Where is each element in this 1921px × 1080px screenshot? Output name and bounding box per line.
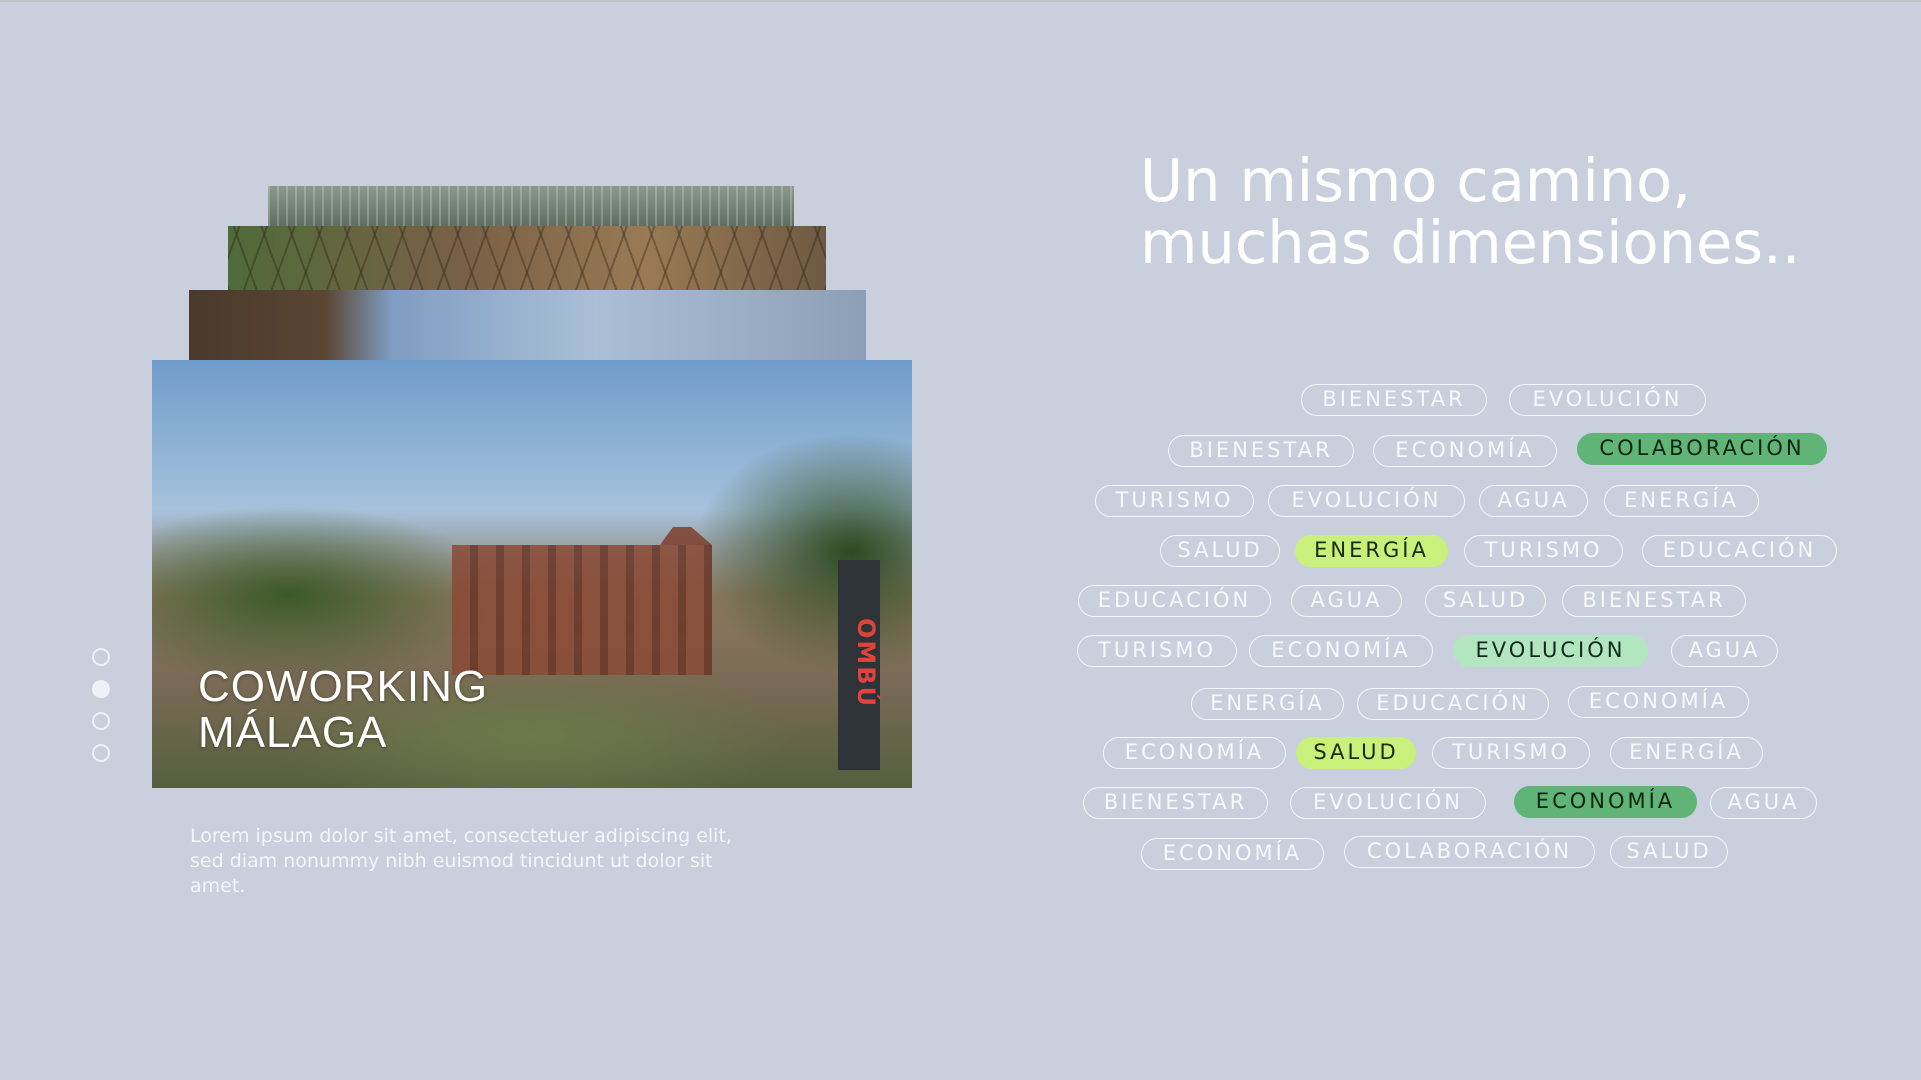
tag-pill[interactable]: ECONOMÍA	[1568, 686, 1749, 718]
tag-pill[interactable]: BIENESTAR	[1562, 585, 1746, 617]
pagination-dot-3[interactable]	[92, 712, 110, 730]
tag-pill[interactable]: BIENESTAR	[1301, 384, 1487, 416]
tag-pill[interactable]: ECONOMÍA	[1103, 737, 1286, 769]
tag-pill[interactable]: BIENESTAR	[1083, 787, 1268, 819]
pagination-dot-4[interactable]	[92, 744, 110, 762]
tag-pill[interactable]: ENERGÍA	[1610, 737, 1763, 769]
tag-pill[interactable]: EDUCACIÓN	[1642, 535, 1837, 567]
pagination-dot-1[interactable]	[92, 648, 110, 666]
signpost: OMBÚ	[838, 560, 880, 770]
building-illustration	[452, 545, 712, 675]
pagination-dots	[92, 648, 110, 776]
stacked-image-card-3[interactable]	[228, 226, 826, 290]
top-divider	[0, 0, 1921, 2]
card-title: COWORKING MÁLAGA	[198, 664, 488, 756]
tag-pill[interactable]: AGUA	[1671, 635, 1778, 667]
pagination-dot-2[interactable]	[92, 680, 110, 698]
tag-pill[interactable]: ECONOMÍA	[1141, 838, 1324, 870]
tag-pill[interactable]: TURISMO	[1432, 737, 1590, 769]
tag-pill[interactable]: TURISMO	[1464, 535, 1623, 567]
tag-pill[interactable]: ENERGÍA	[1604, 485, 1759, 517]
tag-pill[interactable]: EVOLUCIÓN	[1268, 485, 1465, 517]
tag-pill[interactable]: EDUCACIÓN	[1078, 585, 1271, 617]
tag-pill[interactable]: ENERGÍA	[1295, 535, 1448, 567]
tag-pill[interactable]: SALUD	[1425, 585, 1546, 617]
page-heading: Un mismo camino, muchas dimensiones..	[1140, 150, 1801, 274]
tag-pill[interactable]: TURISMO	[1095, 485, 1254, 517]
card-title-line-2: MÁLAGA	[198, 708, 388, 757]
tag-pill[interactable]: EVOLUCIÓN	[1453, 635, 1648, 667]
tag-pill[interactable]: ECONOMÍA	[1249, 635, 1433, 667]
tag-pill[interactable]: ECONOMÍA	[1373, 435, 1557, 467]
card-title-line-1: COWORKING	[198, 662, 489, 711]
tag-pill[interactable]: ENERGÍA	[1191, 688, 1344, 720]
signpost-text: OMBÚ	[852, 617, 880, 709]
tag-pill[interactable]: TURISMO	[1077, 635, 1237, 667]
tag-pill[interactable]: SALUD	[1160, 535, 1280, 567]
tag-pill[interactable]: SALUD	[1296, 737, 1416, 769]
heading-line-2: muchas dimensiones..	[1140, 208, 1801, 277]
tag-pill[interactable]: SALUD	[1610, 836, 1728, 868]
stacked-image-card-4[interactable]	[268, 186, 794, 226]
card-description: Lorem ipsum dolor sit amet, consectetuer…	[190, 825, 732, 897]
tag-pill[interactable]: AGUA	[1479, 485, 1588, 517]
tag-pill[interactable]: COLABORACIÓN	[1344, 836, 1595, 868]
tag-pill[interactable]: EVOLUCIÓN	[1290, 787, 1486, 819]
tag-pill[interactable]: AGUA	[1710, 787, 1817, 819]
featured-image-card[interactable]: OMBÚ COWORKING MÁLAGA	[152, 360, 912, 788]
tag-pill[interactable]: EDUCACIÓN	[1357, 688, 1549, 720]
tag-pill[interactable]: EVOLUCIÓN	[1509, 384, 1706, 416]
tag-pill[interactable]: AGUA	[1291, 585, 1402, 617]
heading-line-1: Un mismo camino,	[1140, 146, 1691, 215]
stacked-image-card-2[interactable]	[189, 290, 866, 360]
tag-pill[interactable]: BIENESTAR	[1168, 435, 1354, 467]
tag-pill[interactable]: ECONOMÍA	[1514, 786, 1697, 818]
tag-pill[interactable]: COLABORACIÓN	[1577, 433, 1827, 465]
